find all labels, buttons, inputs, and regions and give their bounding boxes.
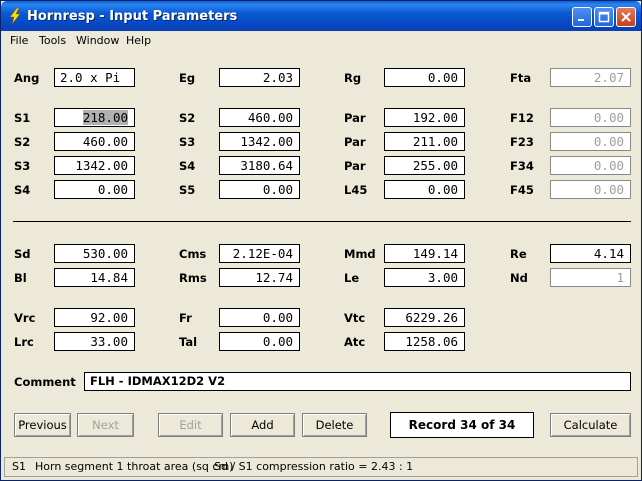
label-bl: Bl xyxy=(14,271,27,285)
field-nd: 1 xyxy=(550,268,631,287)
field-s1[interactable]: 218.00 xyxy=(54,108,135,127)
label-par3: Par xyxy=(344,159,366,173)
field-rg[interactable]: 0.00 xyxy=(384,68,465,87)
field-s4-right[interactable]: 3180.64 xyxy=(219,156,300,175)
menu-tools[interactable]: Tools xyxy=(39,34,66,47)
add-button[interactable]: Add xyxy=(230,413,295,437)
label-re: Re xyxy=(510,247,527,261)
field-le[interactable]: 3.00 xyxy=(384,268,465,287)
label-sd: Sd xyxy=(14,247,31,261)
field-rms[interactable]: 12.74 xyxy=(219,268,300,287)
field-par1[interactable]: 192.00 xyxy=(384,108,465,127)
label-s5: S5 xyxy=(179,183,196,197)
field-f23: 0.00 xyxy=(550,132,631,151)
menu-window[interactable]: Window xyxy=(76,34,119,47)
label-vtc: Vtc xyxy=(344,311,366,325)
status-description: Horn segment 1 throat area (sq cm) xyxy=(35,460,234,473)
label-fta: Fta xyxy=(510,71,532,85)
field-re[interactable]: 4.14 xyxy=(550,244,631,263)
label-f23: F23 xyxy=(510,135,534,149)
edit-button[interactable]: Edit xyxy=(158,413,223,437)
label-f12: F12 xyxy=(510,111,534,125)
field-atc[interactable]: 1258.06 xyxy=(384,332,465,351)
label-s3: S3 xyxy=(14,159,31,173)
close-button[interactable] xyxy=(616,7,636,27)
label-eg: Eg xyxy=(179,71,196,85)
field-tal[interactable]: 0.00 xyxy=(219,332,300,351)
title-bar[interactable]: Hornresp - Input Parameters xyxy=(1,1,641,31)
minimize-icon xyxy=(578,19,584,21)
field-vrc[interactable]: 92.00 xyxy=(54,308,135,327)
field-s2[interactable]: 460.00 xyxy=(54,132,135,151)
menu-file[interactable]: File xyxy=(10,34,28,47)
label-le: Le xyxy=(344,271,360,285)
field-s5[interactable]: 0.00 xyxy=(219,180,300,199)
hornresp-window: Hornresp - Input Parameters File Tools W… xyxy=(0,0,642,481)
field-par2[interactable]: 211.00 xyxy=(384,132,465,151)
field-par3[interactable]: 255.00 xyxy=(384,156,465,175)
field-mmd[interactable]: 149.14 xyxy=(384,244,465,263)
label-f34: F34 xyxy=(510,159,534,173)
status-field: S1 xyxy=(12,460,26,473)
field-ang[interactable]: 2.0 x Pi xyxy=(54,68,135,87)
label-par2: Par xyxy=(344,135,366,149)
field-s3-right[interactable]: 1342.00 xyxy=(219,132,300,151)
maximize-button[interactable] xyxy=(594,7,614,27)
calculate-button[interactable]: Calculate xyxy=(550,413,631,437)
field-fta: 2.07 xyxy=(550,68,631,87)
label-f45: F45 xyxy=(510,183,534,197)
label-s2: S2 xyxy=(14,135,31,149)
field-vtc[interactable]: 6229.26 xyxy=(384,308,465,327)
label-ang: Ang xyxy=(14,71,40,85)
label-s2-right: S2 xyxy=(179,111,196,125)
status-ratio: Sd / S1 compression ratio = 2.43 : 1 xyxy=(214,460,414,473)
label-rms: Rms xyxy=(179,271,207,285)
field-s3[interactable]: 1342.00 xyxy=(54,156,135,175)
field-lrc[interactable]: 33.00 xyxy=(54,332,135,351)
next-button[interactable]: Next xyxy=(77,413,134,437)
label-nd: Nd xyxy=(510,271,528,285)
label-atc: Atc xyxy=(344,335,366,349)
field-cms[interactable]: 2.12E-04 xyxy=(219,244,300,263)
section-divider xyxy=(13,221,631,222)
lightning-icon xyxy=(9,8,21,24)
label-cms: Cms xyxy=(179,247,207,261)
label-s4-right: S4 xyxy=(179,159,196,173)
field-f45: 0.00 xyxy=(550,180,631,199)
label-l45: L45 xyxy=(344,183,368,197)
close-icon xyxy=(621,12,631,22)
field-eg[interactable]: 2.03 xyxy=(219,68,300,87)
label-s1: S1 xyxy=(14,111,31,125)
minimize-button[interactable] xyxy=(572,7,592,27)
previous-button[interactable]: Previous xyxy=(14,413,71,437)
field-fr[interactable]: 0.00 xyxy=(219,308,300,327)
field-f12: 0.00 xyxy=(550,108,631,127)
record-counter: Record 34 of 34 xyxy=(390,412,534,438)
label-fr: Fr xyxy=(179,311,192,325)
label-lrc: Lrc xyxy=(14,335,34,349)
menu-help[interactable]: Help xyxy=(126,34,151,47)
label-s3-right: S3 xyxy=(179,135,196,149)
label-mmd: Mmd xyxy=(344,247,376,261)
field-f34: 0.00 xyxy=(550,156,631,175)
label-vrc: Vrc xyxy=(14,311,36,325)
menu-bar: File Tools Window Help xyxy=(2,31,640,50)
window-title: Hornresp - Input Parameters xyxy=(27,9,238,24)
field-sd[interactable]: 530.00 xyxy=(54,244,135,263)
label-rg: Rg xyxy=(344,71,362,85)
label-par1: Par xyxy=(344,111,366,125)
field-s1-value: 218.00 xyxy=(82,110,128,125)
comment-field[interactable]: FLH - IDMAX12D2 V2 xyxy=(84,372,631,391)
field-bl[interactable]: 14.84 xyxy=(54,268,135,287)
field-l45[interactable]: 0.00 xyxy=(384,180,465,199)
label-comment: Comment xyxy=(14,375,76,389)
delete-button[interactable]: Delete xyxy=(302,413,367,437)
field-s4[interactable]: 0.00 xyxy=(54,180,135,199)
label-s4: S4 xyxy=(14,183,31,197)
maximize-icon xyxy=(598,11,610,23)
label-tal: Tal xyxy=(179,335,198,349)
field-s2-right[interactable]: 460.00 xyxy=(219,108,300,127)
status-bar: S1 Horn segment 1 throat area (sq cm) Sd… xyxy=(4,457,638,477)
